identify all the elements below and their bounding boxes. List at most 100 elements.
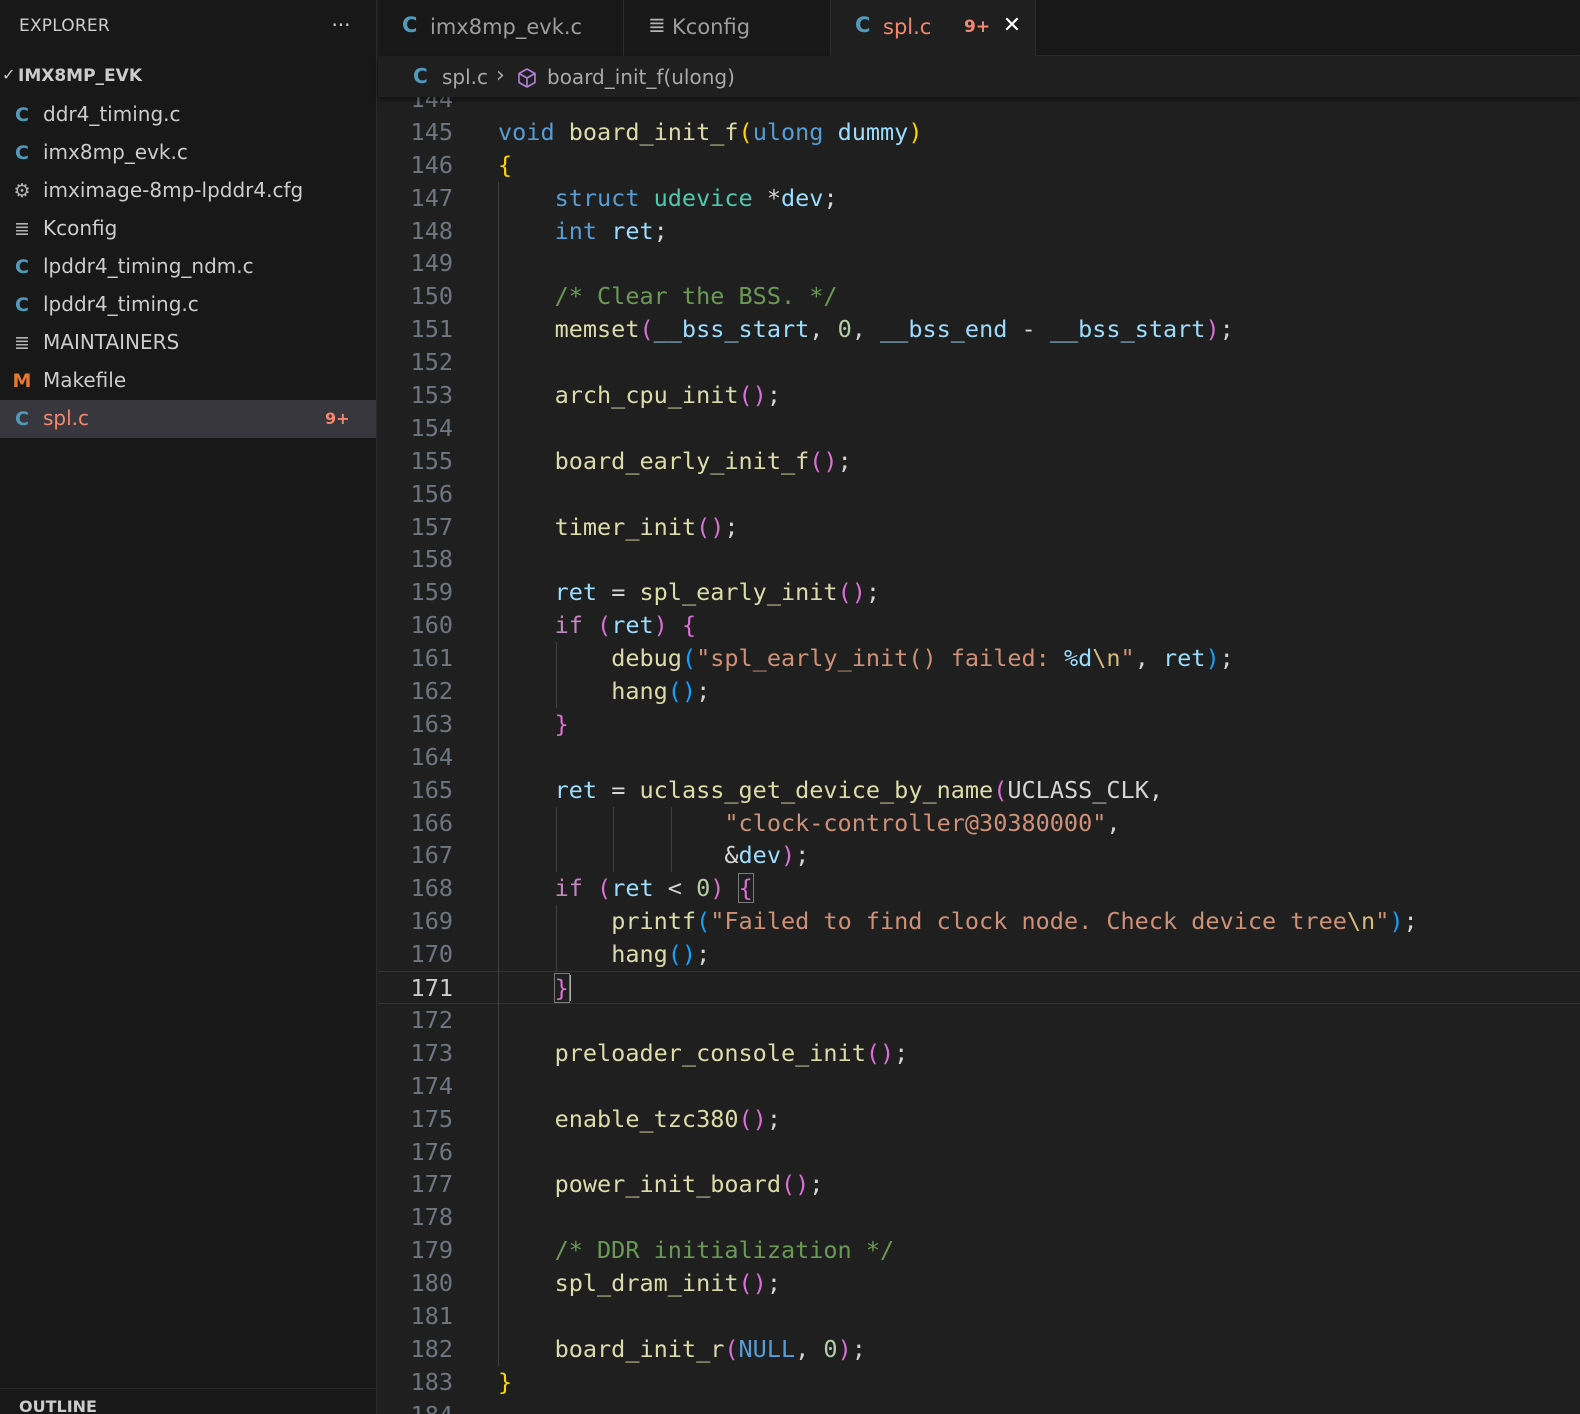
c-file-icon: C	[15, 104, 29, 126]
code-line[interactable]: 155 board_early_init_f();	[378, 444, 1580, 478]
code-line[interactable]: 168 if (ret < 0) {	[378, 872, 1580, 906]
code-text: power_init_board();	[498, 1170, 824, 1198]
code-text: arch_cpu_init();	[498, 381, 781, 409]
code-line[interactable]: 173 preloader_console_init();	[378, 1036, 1580, 1070]
code-text: }	[498, 710, 569, 738]
code-line[interactable]: 161 debug("spl_early_init() failed: %d\n…	[378, 642, 1580, 676]
file-item-imximage-8mp-lpddr4-cfg[interactable]: ⚙ imximage-8mp-lpddr4.cfg	[0, 172, 376, 210]
code-line[interactable]: 174	[378, 1069, 1580, 1103]
code-line[interactable]: 162 hang();	[378, 675, 1580, 709]
text-cursor	[568, 975, 571, 1002]
tab-spl-c[interactable]: Cspl.c 9+ ✕	[831, 0, 1036, 56]
code-token: ret	[611, 216, 654, 245]
code-line[interactable]: 157 timer_init();	[378, 510, 1580, 544]
code-line[interactable]: 180 spl_dram_init();	[378, 1267, 1580, 1301]
code-token: <	[653, 874, 697, 903]
indent-guide	[498, 477, 499, 511]
code-token: dev	[780, 183, 824, 212]
code-line[interactable]: 181	[378, 1299, 1580, 1333]
editor-tab-bar: Cimx8mp_evk.c ≣ Kconfig Cspl.c 9+ ✕	[378, 0, 1580, 56]
code-line[interactable]: 175 enable_tzc380();	[378, 1102, 1580, 1136]
code-token: board_init_r	[554, 1334, 725, 1363]
code-line[interactable]: 184	[378, 1399, 1580, 1414]
code-token: -	[1007, 315, 1050, 344]
chevron-down-icon[interactable]: ✓	[2, 65, 15, 84]
code-line[interactable]: 144	[378, 97, 1580, 116]
code-line[interactable]: 146 {	[378, 149, 1580, 182]
file-name: Kconfig	[43, 216, 118, 240]
code-line[interactable]: 183}	[378, 1366, 1580, 1399]
code-token: (	[993, 775, 1008, 804]
code-token: ()	[738, 1104, 767, 1133]
code-line[interactable]: 177 power_init_board();	[378, 1168, 1580, 1202]
more-actions-icon[interactable]: ···	[327, 12, 355, 40]
code-line[interactable]: 176	[378, 1135, 1580, 1169]
code-line[interactable]: 152	[378, 346, 1580, 380]
code-editor[interactable]: 144 145 void board_init_f(ulong dummy) 146{…	[378, 97, 1580, 1414]
code-line[interactable]: 182 board_init_r(NULL, 0);	[378, 1332, 1580, 1366]
file-item-imx8mp-evk-c[interactable]: Cimx8mp_evk.c	[0, 134, 376, 172]
code-token: "clock-controller@30380000"	[724, 808, 1107, 837]
code-line[interactable]: 158	[378, 543, 1580, 577]
code-text: ret = uclass_get_device_by_name(UCLASS_C…	[498, 776, 1163, 804]
code-line[interactable]: 169 printf("Failed to find clock node. C…	[378, 905, 1580, 939]
file-item-kconfig[interactable]: ≣ Kconfig	[0, 210, 376, 248]
code-token: ;	[1403, 907, 1418, 936]
line-number: 167	[410, 841, 453, 870]
code-line[interactable]: 147 struct udevice *dev;	[378, 181, 1580, 215]
code-line[interactable]: 145 void board_init_f(ulong dummy)	[378, 116, 1580, 149]
code-line[interactable]: 178	[378, 1201, 1580, 1235]
code-token: ,	[1134, 644, 1163, 673]
file-item-makefile[interactable]: M Makefile	[0, 362, 376, 400]
code-line[interactable]: 149	[378, 247, 1580, 281]
code-line[interactable]: 150 /* Clear the BSS. */	[378, 280, 1580, 314]
code-token: (	[738, 117, 753, 146]
code-token: }	[498, 1367, 513, 1396]
code-line[interactable]: 163 }	[378, 707, 1580, 741]
code-token: 0	[823, 1334, 838, 1363]
tab-imx8mp-evk-c[interactable]: Cimx8mp_evk.c	[378, 0, 624, 56]
file-item-spl-c[interactable]: Cspl.c 9+	[0, 400, 376, 438]
code-line[interactable]: 171 }	[378, 971, 1580, 1006]
code-line[interactable]: 160 if (ret) {	[378, 609, 1580, 643]
file-item-maintainers[interactable]: ≣ MAINTAINERS	[0, 324, 376, 362]
code-line[interactable]: 156	[378, 477, 1580, 511]
code-line[interactable]: 154	[378, 411, 1580, 445]
code-line[interactable]: 167 &dev);	[378, 839, 1580, 873]
line-number: 174	[410, 1071, 453, 1100]
indent-guide	[498, 1201, 499, 1235]
code-line[interactable]: 165 ret = uclass_get_device_by_name(UCLA…	[378, 773, 1580, 807]
code-line[interactable]: 170 hang();	[378, 938, 1580, 972]
code-text: printf("Failed to find clock node. Check…	[498, 907, 1418, 936]
folder-row[interactable]: ✓ IMX8MP_EVK	[0, 60, 376, 94]
code-line[interactable]: 164	[378, 740, 1580, 774]
breadcrumb-symbol[interactable]: board_init_f(ulong)	[547, 65, 735, 89]
code-line[interactable]: 159 ret = spl_early_init();	[378, 576, 1580, 610]
code-token: ;	[724, 512, 739, 541]
tab-kconfig[interactable]: ≣ Kconfig	[624, 0, 831, 56]
close-icon[interactable]: ✕	[999, 11, 1025, 41]
code-line[interactable]: 151 memset(__bss_start, 0, __bss_end - _…	[378, 313, 1580, 347]
breadcrumb-file[interactable]: spl.c	[442, 65, 488, 89]
outline-section-header[interactable]: OUTLINE	[0, 1388, 376, 1414]
tab-label: Kconfig	[672, 15, 751, 39]
file-item-lpddr4-timing-c[interactable]: Clpddr4_timing.c	[0, 286, 376, 324]
code-token: ;	[837, 446, 852, 475]
code-line[interactable]: 153 arch_cpu_init();	[378, 379, 1580, 413]
code-line[interactable]: 166 "clock-controller@30380000",	[378, 806, 1580, 840]
line-number: 168	[410, 874, 453, 903]
code-token: spl_dram_init	[554, 1269, 739, 1298]
problems-badge: 9+	[325, 409, 350, 428]
code-line[interactable]: 148 int ret;	[378, 214, 1580, 248]
code-line[interactable]: 179 /* DDR initialization */	[378, 1234, 1580, 1268]
line-number: 184	[378, 1401, 453, 1414]
file-item-lpddr4-timing-ndm-c[interactable]: Clpddr4_timing_ndm.c	[0, 248, 376, 286]
code-token: ;	[766, 381, 781, 410]
code-line[interactable]: 172	[378, 1003, 1580, 1037]
file-item-ddr4-timing-c[interactable]: Cddr4_timing.c	[0, 96, 376, 134]
